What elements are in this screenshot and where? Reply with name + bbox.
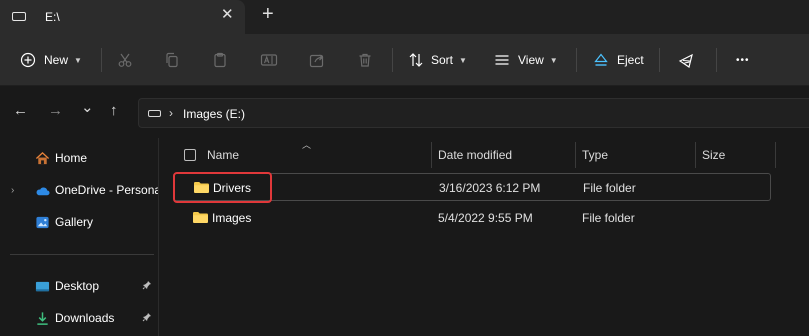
- address-row: ← → ⌄ ↑ › Images (E:): [0, 86, 809, 138]
- eject-button[interactable]: Eject: [593, 34, 644, 86]
- sidebar-label-onedrive: OneDrive - Persona: [55, 183, 158, 197]
- file-date-modified: 3/16/2023 6:12 PM: [439, 181, 541, 195]
- file-name: Images: [212, 211, 252, 225]
- file-date-modified: 5/4/2022 9:55 PM: [438, 211, 533, 225]
- toolbar-divider: [101, 48, 102, 72]
- title-bar: E:\ ✕ +: [0, 0, 809, 34]
- view-label: View: [518, 53, 544, 67]
- properties-button[interactable]: [678, 34, 696, 86]
- command-bar: New ▼ Sort ▼ View ▼ Eject •••: [0, 34, 809, 86]
- pin-icon[interactable]: [142, 312, 152, 325]
- cut-icon: [118, 53, 132, 67]
- column-resize-handle[interactable]: [575, 142, 576, 168]
- new-button[interactable]: New ▼: [20, 34, 82, 86]
- sidebar-item-desktop[interactable]: Desktop: [0, 272, 158, 300]
- breadcrumb-chevron-icon[interactable]: ›: [169, 106, 173, 120]
- more-icon: •••: [736, 54, 750, 66]
- pin-icon[interactable]: [142, 280, 152, 293]
- eject-icon: [594, 53, 608, 66]
- onedrive-cloud-icon: [36, 186, 50, 195]
- rename-button[interactable]: [260, 34, 278, 86]
- tab-title: E:\: [45, 10, 60, 24]
- desktop-icon: [35, 281, 50, 291]
- paste-button[interactable]: [212, 34, 228, 86]
- expand-chevron-icon[interactable]: ›: [11, 185, 14, 196]
- column-resize-handle[interactable]: [695, 142, 696, 168]
- file-list: ︿ Name Date modified Type Size Drivers 3…: [159, 138, 809, 336]
- home-icon: [35, 151, 50, 164]
- rename-icon: [260, 54, 278, 66]
- copy-icon: [166, 52, 178, 68]
- folder-icon: [193, 212, 208, 223]
- up-button[interactable]: ↑: [110, 103, 118, 118]
- delete-icon: [359, 53, 371, 67]
- tab-drive-e[interactable]: E:\ ✕: [0, 0, 245, 34]
- column-resize-handle[interactable]: [775, 142, 776, 168]
- file-type: File folder: [582, 211, 635, 225]
- share-icon: [309, 54, 324, 68]
- sort-ascending-icon: ︿: [302, 140, 312, 150]
- highlight-annotation: [173, 172, 272, 203]
- sort-label: Sort: [431, 53, 454, 67]
- forward-button[interactable]: →: [48, 103, 63, 118]
- properties-icon: [678, 53, 693, 68]
- drive-icon: [12, 12, 26, 21]
- select-all-checkbox[interactable]: [184, 149, 196, 161]
- column-name-label: Name: [207, 147, 240, 162]
- sidebar-item-gallery[interactable]: Gallery: [0, 208, 158, 236]
- navigation-pane: Home › OneDrive - Persona Gallery Deskto…: [0, 138, 158, 336]
- sidebar-label-home: Home: [55, 151, 88, 165]
- delete-button[interactable]: [357, 34, 373, 86]
- sidebar-item-onedrive[interactable]: › OneDrive - Persona: [0, 176, 158, 204]
- sidebar-divider: [10, 254, 154, 255]
- eject-label: Eject: [617, 53, 644, 67]
- toolbar-divider: [576, 48, 577, 72]
- sidebar-label-desktop: Desktop: [55, 279, 100, 293]
- back-button[interactable]: ←: [13, 103, 28, 118]
- toolbar-divider: [716, 48, 717, 72]
- new-label: New: [44, 53, 69, 67]
- close-tab-icon[interactable]: ✕: [221, 7, 234, 22]
- cut-button[interactable]: [117, 34, 133, 86]
- column-header-type[interactable]: Type: [582, 138, 608, 171]
- file-type: File folder: [583, 181, 636, 195]
- column-type-label: Type: [582, 147, 609, 162]
- column-header-name[interactable]: Name: [207, 138, 239, 171]
- view-icon: [495, 55, 509, 65]
- column-resize-handle[interactable]: [431, 142, 432, 168]
- drive-icon: [148, 110, 161, 117]
- breadcrumb-images-e[interactable]: Images (E:): [183, 107, 245, 121]
- downloads-icon: [37, 311, 48, 325]
- plus-circle-icon: [20, 52, 36, 68]
- sort-icon: [409, 53, 423, 67]
- share-button[interactable]: [309, 34, 325, 86]
- column-size-label: Size: [702, 147, 726, 162]
- paste-icon: [214, 52, 226, 68]
- view-button[interactable]: View ▼: [494, 34, 558, 86]
- gallery-icon: [36, 216, 49, 228]
- toolbar-divider: [659, 48, 660, 72]
- column-header-date[interactable]: Date modified: [438, 138, 512, 171]
- column-header-size[interactable]: Size: [702, 138, 725, 171]
- sidebar-label-gallery: Gallery: [55, 215, 94, 229]
- toolbar-divider: [392, 48, 393, 72]
- chevron-down-icon: ▼: [549, 55, 558, 65]
- new-tab-button[interactable]: +: [262, 4, 274, 24]
- chevron-down-icon: ▼: [459, 55, 467, 65]
- sidebar-item-home[interactable]: Home: [0, 144, 158, 172]
- sort-button[interactable]: Sort ▼: [408, 34, 467, 86]
- see-more-button[interactable]: •••: [736, 34, 750, 86]
- sidebar-item-downloads[interactable]: Downloads: [0, 304, 158, 332]
- address-bar[interactable]: › Images (E:): [138, 98, 809, 128]
- chevron-down-icon: ▼: [74, 55, 82, 65]
- sidebar-label-downloads: Downloads: [55, 311, 115, 325]
- column-date-label: Date modified: [438, 147, 513, 162]
- copy-button[interactable]: [164, 34, 180, 86]
- table-row[interactable]: Images 5/4/2022 9:55 PM File folder: [173, 204, 771, 232]
- recent-locations-button[interactable]: ⌄: [81, 100, 94, 115]
